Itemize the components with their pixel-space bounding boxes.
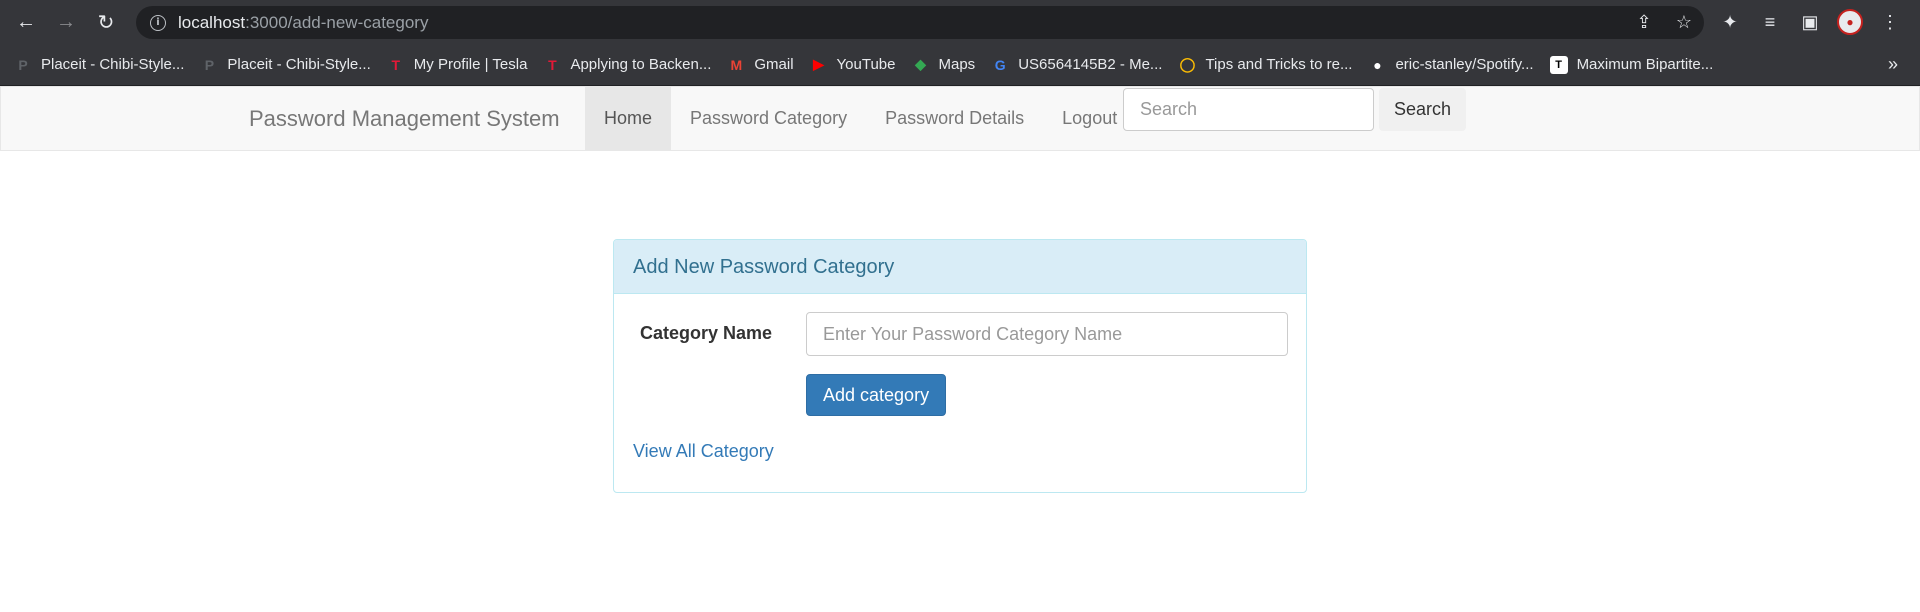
github-icon: ●: [1373, 56, 1382, 73]
bookmark-label: Gmail: [754, 56, 794, 73]
nav-password-category[interactable]: Password Category: [671, 87, 866, 150]
category-form-row: Category Name: [614, 312, 1306, 356]
bookmark-star-icon[interactable]: ☆: [1664, 12, 1704, 33]
nav-home[interactable]: Home: [585, 87, 672, 150]
add-category-button[interactable]: Add category: [806, 374, 947, 416]
add-category-panel: Add New Password Category Category Name …: [613, 239, 1307, 493]
bookmark-item[interactable]: T My Profile | Tesla: [387, 50, 528, 80]
category-name-input[interactable]: [806, 312, 1288, 356]
side-panel-icon[interactable]: ▣: [1790, 0, 1830, 44]
brand-link[interactable]: Password Management System: [249, 87, 560, 150]
bookmark-item[interactable]: M Gmail: [727, 50, 794, 80]
bookmark-label: Maximum Bipartite...: [1576, 56, 1714, 73]
share-icon[interactable]: ⇪: [1624, 12, 1664, 33]
view-all-category-link[interactable]: View All Category: [633, 436, 774, 466]
bookmark-label: US6564145B2 - Me...: [1018, 56, 1163, 73]
tesla-icon: T: [548, 56, 557, 73]
bookmark-label: YouTube: [836, 56, 896, 73]
search-input[interactable]: [1123, 88, 1374, 131]
forward-icon[interactable]: →: [46, 0, 86, 44]
ring-icon: ◯: [1179, 56, 1196, 72]
bookmark-item[interactable]: P Placeit - Chibi-Style...: [14, 50, 184, 80]
browser-toolbar: ← → ↻ i localhost:3000/add-new-category …: [0, 0, 1920, 44]
bookmarks-overflow-icon[interactable]: »: [1888, 54, 1898, 75]
bookmark-list: P Placeit - Chibi-Style... P Placeit - Chib…: [14, 50, 1729, 80]
google-icon: G: [994, 56, 1006, 73]
youtube-icon: ▶: [813, 56, 824, 72]
bookmark-label: My Profile | Tesla: [413, 56, 528, 73]
gmail-icon: M: [730, 56, 743, 73]
bookmark-item[interactable]: ● eric-stanley/Spotify...: [1368, 50, 1533, 80]
tesla-icon: T: [391, 56, 401, 73]
placeit-icon: P: [18, 56, 28, 73]
back-icon[interactable]: ←: [6, 0, 46, 44]
bookmark-item[interactable]: ◆ Maps: [912, 50, 976, 80]
bookmark-item[interactable]: ◯ Tips and Tricks to re...: [1178, 50, 1353, 80]
bookmark-item[interactable]: ▶ YouTube: [810, 50, 896, 80]
extensions-icon[interactable]: ✦: [1710, 0, 1750, 44]
bookmark-label: Placeit - Chibi-Style...: [227, 56, 371, 73]
site-info-icon[interactable]: i: [150, 14, 166, 31]
bookmark-item[interactable]: T Applying to Backen...: [543, 50, 711, 80]
maps-icon: ◆: [915, 56, 926, 72]
nav-password-details[interactable]: Password Details: [866, 87, 1043, 150]
placeit-icon: P: [204, 56, 215, 73]
bookmark-label: Applying to Backen...: [570, 56, 712, 73]
panel-heading: Add New Password Category: [614, 240, 1306, 294]
bookmark-item[interactable]: G US6564145B2 - Me...: [991, 50, 1163, 80]
address-bar[interactable]: i localhost:3000/add-new-category ⇪ ☆: [136, 6, 1704, 39]
search-button[interactable]: Search: [1379, 88, 1467, 131]
navbar-search: Search: [1123, 88, 1467, 131]
bookmark-label: Maps: [938, 56, 976, 73]
url-host: localhost: [178, 12, 246, 32]
url-path: :3000/add-new-category: [245, 12, 429, 32]
bookmark-label: Tips and Tricks to re...: [1205, 56, 1353, 73]
bookmark-label: Placeit - Chibi-Style...: [41, 56, 185, 73]
menu-icon[interactable]: ⋮: [1870, 0, 1910, 44]
avatar-icon: ●: [1837, 9, 1863, 35]
category-name-label: Category Name: [640, 323, 773, 343]
reload-icon[interactable]: ↻: [86, 0, 126, 44]
bookmark-label: eric-stanley/Spotify...: [1395, 56, 1534, 73]
reading-list-icon[interactable]: ≡: [1750, 0, 1790, 44]
page-content: Password Management System Home Password…: [0, 86, 1920, 612]
nav-links: Home Password Category Password Details …: [585, 87, 1136, 150]
bookmark-item[interactable]: P Placeit - Chibi-Style...: [200, 50, 371, 80]
bookmarks-bar: P Placeit - Chibi-Style... P Placeit - Chib…: [0, 44, 1920, 86]
url-text[interactable]: localhost:3000/add-new-category: [178, 13, 428, 33]
tih-icon: T: [1549, 55, 1568, 74]
site-navbar: Password Management System Home Password…: [0, 86, 1920, 151]
profile-avatar[interactable]: ●: [1830, 0, 1870, 44]
bookmark-item[interactable]: T Maximum Bipartite...: [1549, 50, 1714, 80]
